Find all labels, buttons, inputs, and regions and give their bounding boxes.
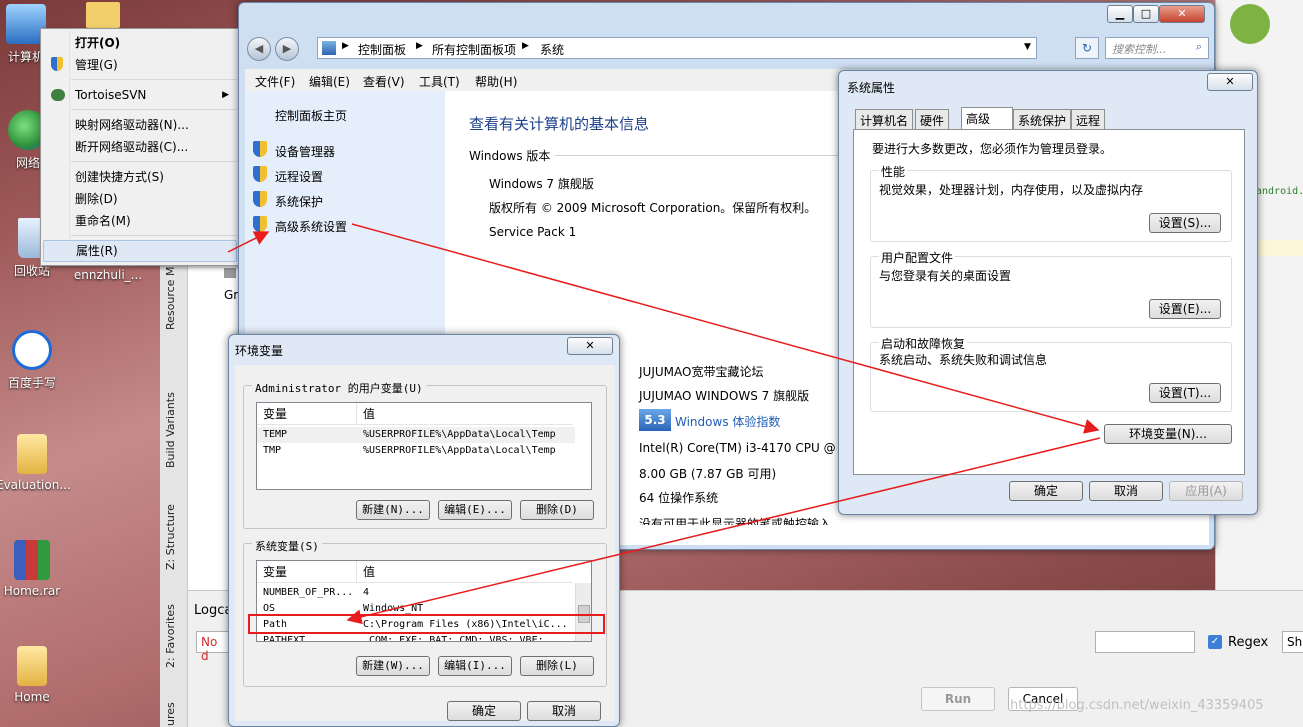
watermark: https://blog.csdn.net/weixin_43359405 bbox=[1010, 698, 1264, 713]
arrow-env-button-to-path bbox=[346, 437, 1101, 625]
annotation-arrows bbox=[227, 223, 1101, 625]
arrow-advanced-to-env-button bbox=[351, 223, 1100, 434]
arrow-properties-to-advanced bbox=[227, 231, 270, 253]
